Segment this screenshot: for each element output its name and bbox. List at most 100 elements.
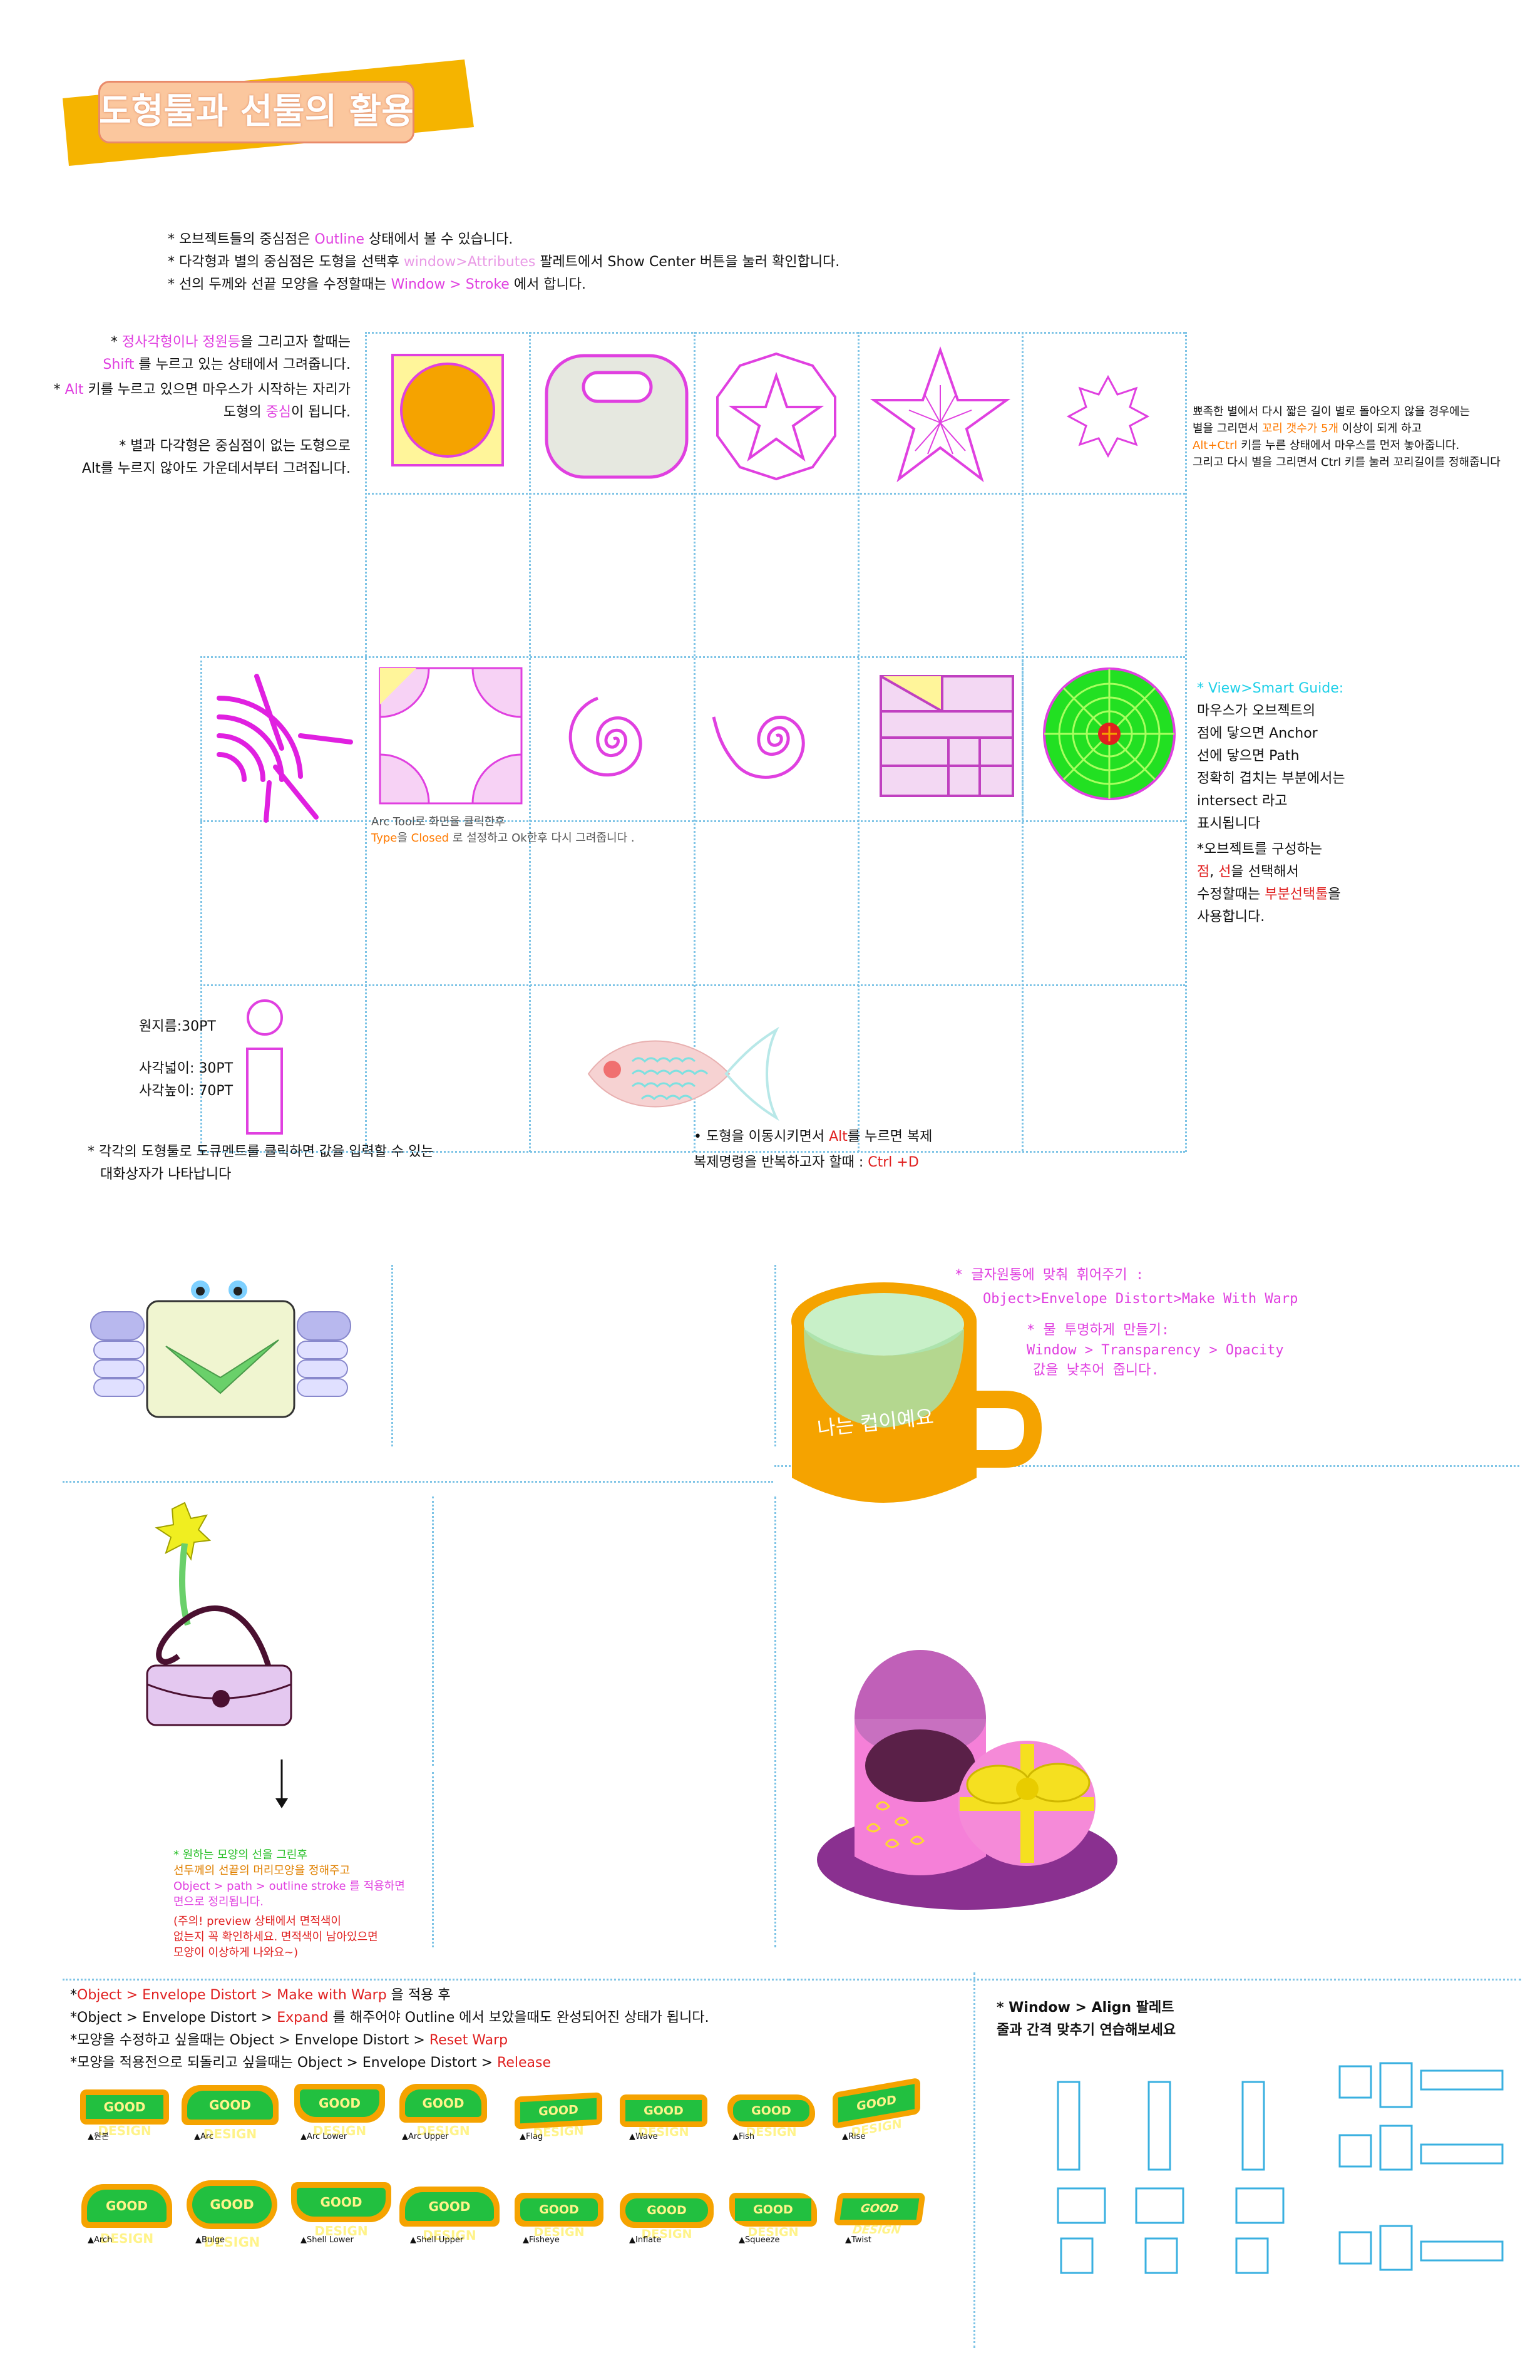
badge-caption-2-4: ▲Shell Upper [410, 2235, 464, 2245]
right-note-1-line-2: 별을 그리면서 꼬리 갯수가 5개 이상이 되게 하고 [1193, 422, 1422, 435]
badge-caption-2-1: ▲Arch [88, 2235, 113, 2245]
badge-caption-2-2: ▲Bulge [195, 2235, 225, 2245]
right-note-1-line-3: Alt+Ctrl 키를 누른 상태에서 마우스를 먼저 놓아줍니다. [1193, 439, 1460, 452]
sec3-v5 [432, 1772, 434, 1947]
smart-guide-line-2: 점에 닿으면 Anchor [1197, 726, 1318, 741]
left-note-1: * 정사각형이나 정원등을 그리고자 할때는 [110, 334, 351, 350]
right-note-1-line-1: 뾰족한 별에서 다시 짧은 길이 별로 돌아오지 않을 경우에는 [1193, 405, 1471, 418]
badge-2-3: GOOD DESIGN [291, 2182, 391, 2238]
rect-height-label: 사각높이: 70PT [139, 1083, 234, 1099]
cup-note-5: 값을 낮추어 줍니다. [1033, 1363, 1159, 1378]
arc-note-line-2: Type을 Closed 로 설정하고 Ok한후 다시 그려줍니다 . [371, 832, 635, 845]
envelope-note-4: *모양을 적용전으로 되돌리고 싶을때는 Object > Envelope D… [70, 2055, 552, 2071]
dialog-note-line-1: * 각각의 도형툴로 도큐멘트를 클릭하면 값을 입력할 수 있는 [88, 1144, 434, 1160]
arc-note-line-1: Arc Tool로 화면을 클릭한후 [371, 815, 505, 828]
sec3-v4 [774, 1497, 776, 1947]
badge-text: GOOD DESIGN [300, 2089, 379, 2138]
smart-guide-line-5: intersect 라고 [1197, 793, 1288, 809]
smart-guide-line-6: 표시됩니다 [1197, 816, 1261, 832]
align-note-line-2: 줄과 간격 맞추기 연습해보세요 [997, 2022, 1176, 2038]
badge-2-2: GOOD DESIGN [187, 2180, 277, 2250]
badge-2-7: GOOD DESIGN [729, 2193, 817, 2239]
polar-grid-shape [1043, 667, 1176, 800]
smart-guide-line-7: *오브젝트를 구성하는 [1197, 842, 1323, 857]
badge-caption-1-8: ▲Rise [842, 2132, 866, 2141]
sec3-h2 [63, 1979, 789, 1981]
badge-caption-1-2: ▲Arc [194, 2132, 214, 2141]
grid1-v5 [1185, 332, 1187, 1152]
eight-point-star-shape [1066, 374, 1150, 458]
badge-1-7: GOOD DESIGN [727, 2094, 815, 2139]
i-shape [246, 999, 283, 1135]
badge-1-5: GOOD DESIGN [515, 2092, 602, 2140]
badge-2-6: GOOD DESIGN [620, 2193, 714, 2241]
page-title: 도형툴과 선툴의 활용 [99, 91, 414, 132]
left-note-3: * 별과 다각형은 중심점이 없는 도형으로 [119, 438, 351, 454]
badge-caption-2-6: ▲Inflate [629, 2235, 662, 2245]
brush-note-line-6: 없는지 꼭 확인하세요. 면적색이 남아있으면 [173, 1930, 378, 1944]
dialog-note-line-2: 대화상자가 나타납니다 [100, 1167, 232, 1182]
cup-note-1: * 글자원통에 맞춰 휘어주기 : [955, 1267, 1144, 1283]
badge-1-2: GOOD DESIGN [182, 2085, 279, 2141]
rounded-rect-shape [545, 354, 689, 479]
sec3-h1 [63, 1481, 773, 1483]
badge-text: GOOD DESIGN [192, 2186, 272, 2250]
sec3-v6 [973, 1972, 975, 2348]
grid1-v1 [529, 332, 531, 1152]
badge-2-1: GOOD DESIGN [81, 2184, 172, 2246]
badge-1-8: GOOD DESIGN [833, 2077, 920, 2140]
brush-note-line-1: * 원하는 모양의 선을 그린후 [173, 1848, 308, 1862]
badge-1-6: GOOD DESIGN [620, 2094, 707, 2139]
left-note-2b: 도형의 중심이 됩니다. [223, 404, 351, 420]
badge-text: GOOD DESIGN [735, 2198, 811, 2239]
grid1-v3 [858, 332, 860, 1152]
badge-text: GOOD DESIGN [405, 2089, 481, 2138]
left-note-1b: Shift 를 누르고 있는 상태에서 그려줍니다. [103, 357, 351, 373]
badge-1-4: GOOD DESIGN [399, 2084, 487, 2138]
burst-star-shape [870, 346, 1011, 483]
right-note-1-line-4: 그리고 다시 별을 그리면서 Ctrl 키를 눌러 꼬리길이를 정해줍니다 [1193, 456, 1501, 469]
sec3-v1 [391, 1265, 393, 1446]
badge-text: GOOD DESIGN [405, 2192, 494, 2243]
sec3-h3 [789, 1979, 1521, 1981]
badge-caption-1-7: ▲Fish [732, 2132, 755, 2141]
badge-text: GOOD DESIGN [625, 2100, 702, 2139]
rect-grid-shape [880, 675, 1014, 797]
smart-guide-line-8: 점, 선을 선택해서 [1197, 864, 1299, 880]
badge-2-5: GOOD DESIGN [515, 2193, 603, 2239]
left-note-3b: Alt를 누르지 않아도 가운데서부터 그려집니다. [81, 461, 351, 477]
copy-note-line-2: 복제명령을 반복하고자 할때 : Ctrl +D [694, 1155, 919, 1170]
brush-note-line-3: Object > path > outline stroke 를 적용하면 [173, 1880, 405, 1893]
circle-diameter-label: 원지름:30PT [139, 1019, 216, 1034]
polygon-star-shape [716, 352, 836, 481]
cup-note-2: Object>Envelope Distort>Make With Warp [983, 1291, 1298, 1307]
copy-note-line-1: • 도형을 이동시키면서 Alt를 누르면 복제 [694, 1129, 933, 1145]
smart-guide-line-3: 선에 닿으면 Path [1197, 748, 1300, 764]
sec3-v3 [432, 1497, 434, 1766]
badge-caption-2-7: ▲Squeeze [739, 2235, 780, 2245]
brush-note-line-7: 모양이 이상하게 나와요~) [173, 1946, 299, 1959]
brush-note-line-5: (주의! preview 상태에서 면적색이 [173, 1915, 341, 1928]
brush-note-line-4: 면으로 정리됩니다. [173, 1895, 264, 1909]
cup-note-3: * 물 투명하게 만들기: [1027, 1322, 1170, 1338]
grid2-low [200, 984, 1185, 986]
fish-shape [587, 1026, 779, 1121]
spiral-1-shape [568, 696, 642, 777]
badge-caption-1-6: ▲Wave [629, 2132, 658, 2141]
align-note-line-1: * Window > Align 팔레트 [997, 2000, 1174, 2016]
smart-guide-line-1: 마우스가 오브젝트의 [1197, 703, 1316, 719]
intro-line-2: * 다각형과 별의 중심점은 도형을 선택후 window>Attributes… [168, 254, 840, 270]
badge-1-3: GOOD DESIGN [294, 2084, 385, 2138]
arcs-shape [217, 674, 353, 823]
badge-1-1: GOOD DESIGN [80, 2089, 169, 2138]
rect-width-label: 사각넓이: 30PT [139, 1061, 234, 1076]
badge-text: GOOD DESIGN [520, 2098, 597, 2140]
badge-text: GOOD DESIGN [838, 2084, 915, 2140]
badge-text: GOOD DESIGN [87, 2190, 167, 2246]
grid2-v6 [1022, 656, 1024, 1151]
grid1-v0 [365, 332, 367, 1152]
envelope-robot-shape [90, 1280, 351, 1418]
badge-caption-1-5: ▲Flag [520, 2132, 543, 2141]
badge-text: GOOD DESIGN [733, 2100, 809, 2139]
cup-note-4: Window > Transparency > Opacity [1027, 1342, 1284, 1358]
